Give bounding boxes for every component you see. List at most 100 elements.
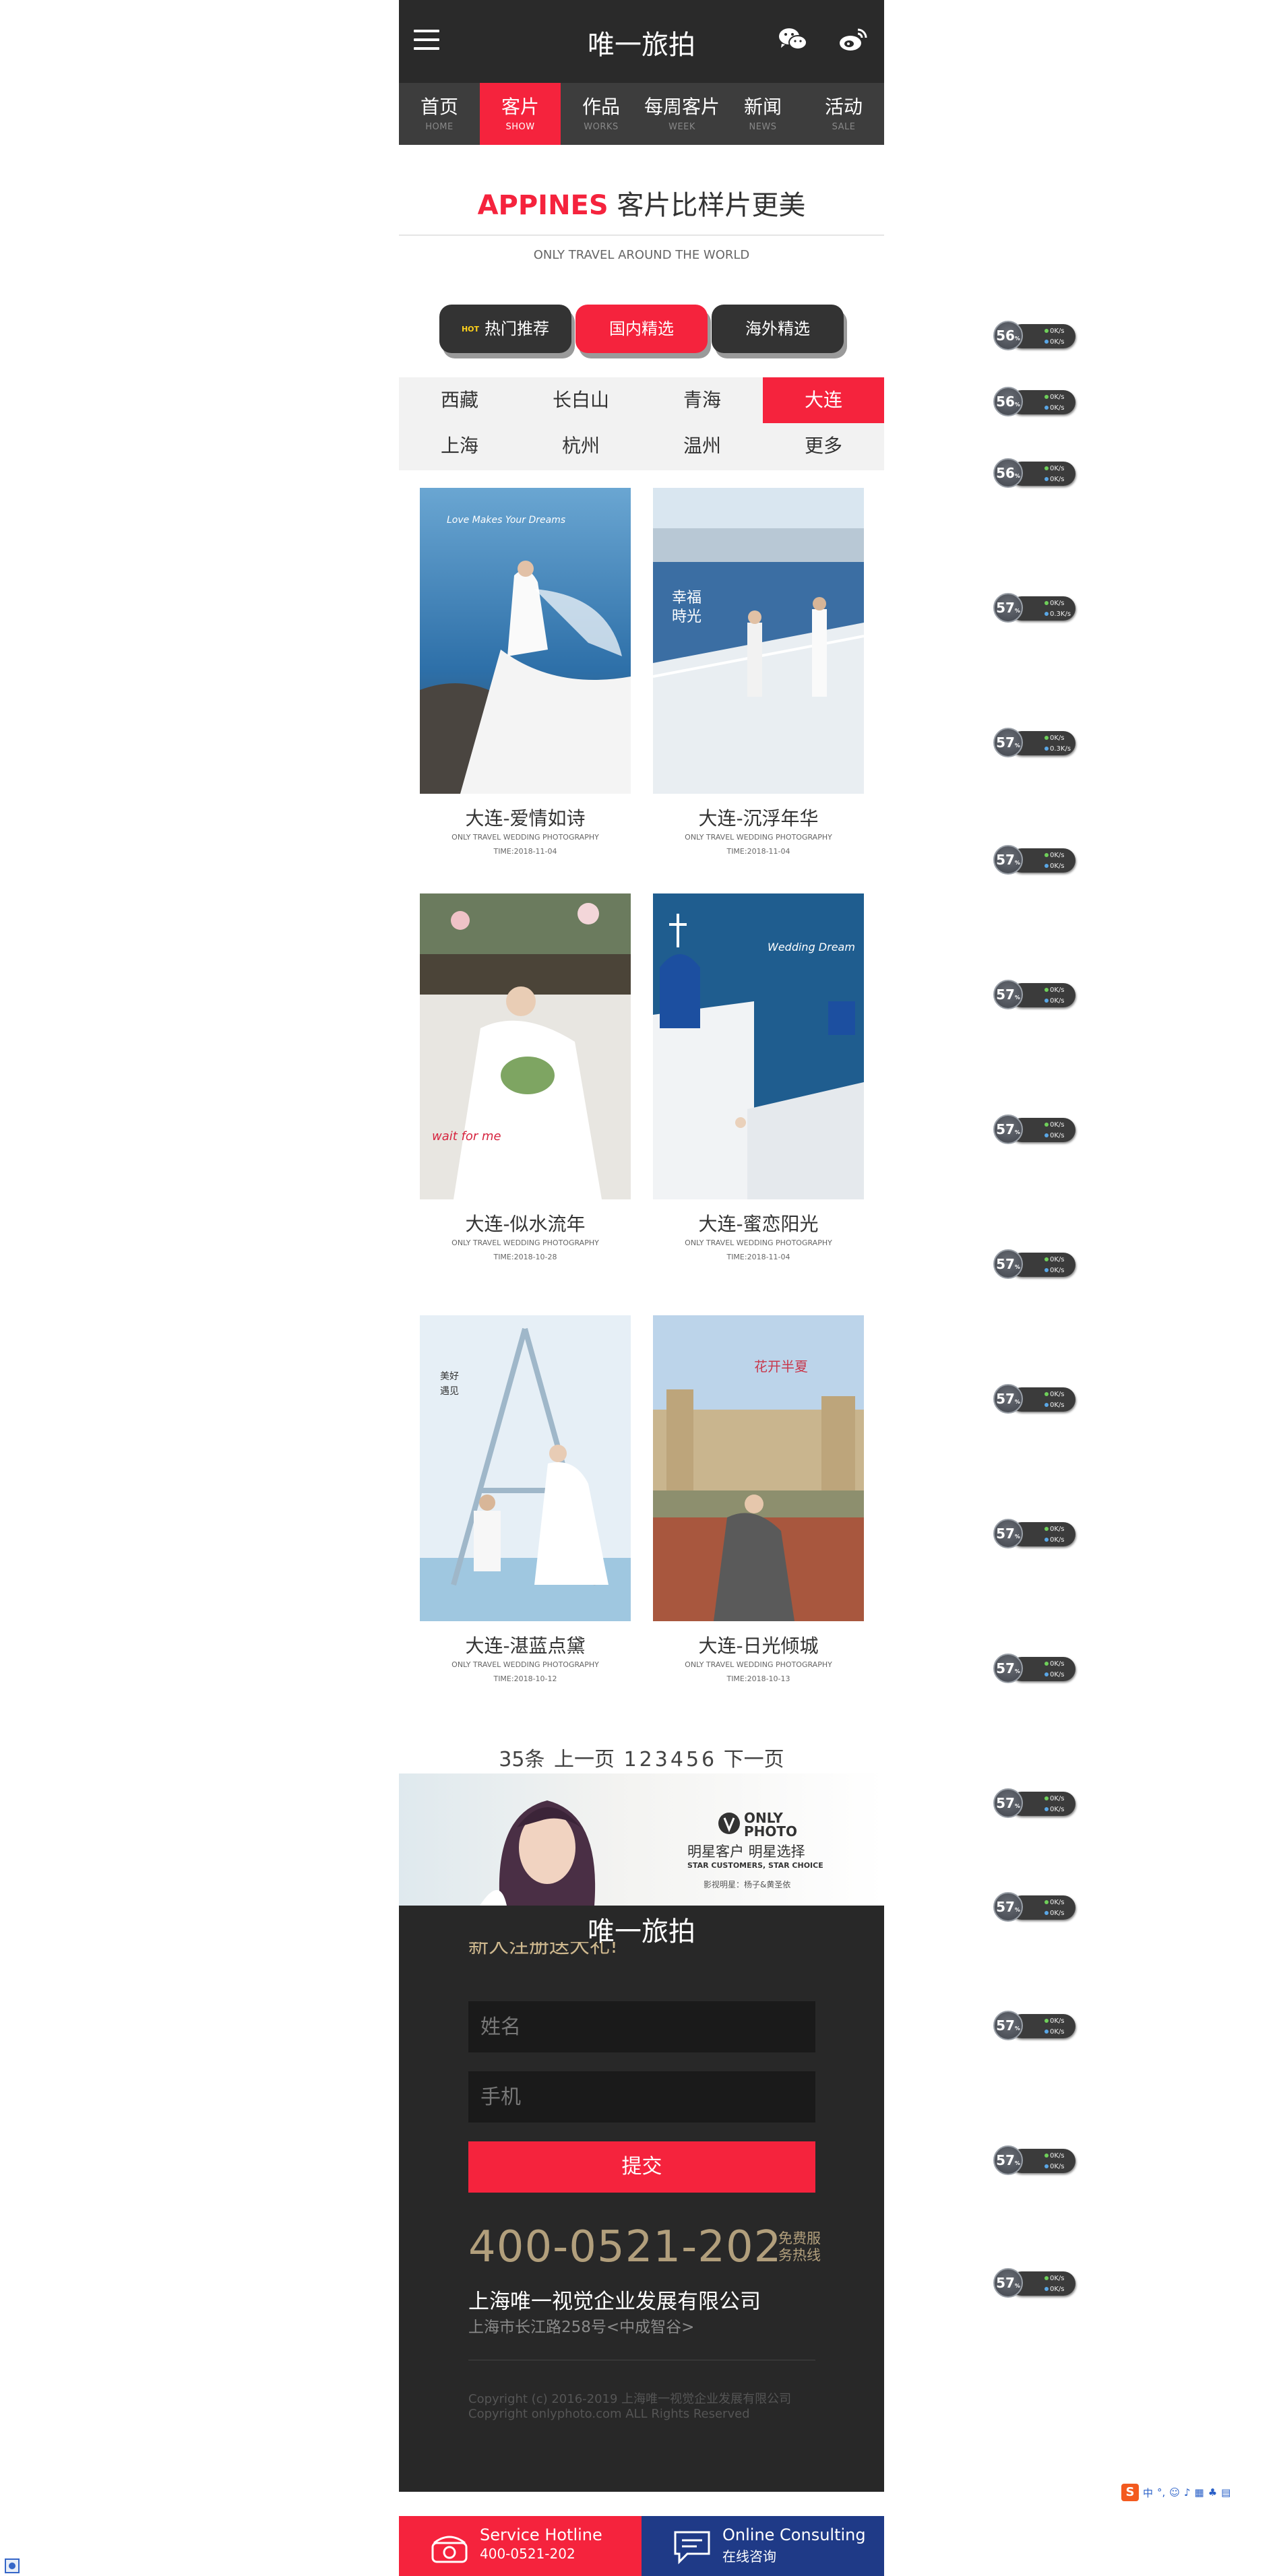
footer-phone-note: 免费服务热线 [778,2230,821,2263]
speed-percent: 57% [993,1249,1023,1279]
download-speed: 0K/s [1050,338,1065,346]
download-speed: 0K/s [1050,1671,1065,1678]
card-photo: Love Makes Your Dreams [420,488,631,794]
tab-domestic[interactable]: 国内精选 [575,305,708,353]
keyboard-icon[interactable]: ▦ [1195,2486,1204,2499]
pager-page[interactable]: 5 [686,1748,699,1771]
pager-page[interactable]: 6 [701,1748,714,1771]
speed-widget[interactable]: 57% 0K/s 0K/s [993,845,1077,875]
upload-dot [1044,601,1049,605]
city-qinghai[interactable]: 青海 [642,377,763,423]
gallery-card[interactable]: 美好遇见 大连-湛蓝点黛 ONLY TRAVEL WEDDING PHOTOGR… [420,1315,631,1683]
city-more[interactable]: 更多 [763,423,884,469]
footer-promo: 新人注册送大礼! [468,1942,619,1958]
speed-widget[interactable]: 57% 0K/s 0K/s [993,1114,1077,1144]
gallery-card[interactable]: 幸福時光 大连-沉浮年华 ONLY TRAVEL WEDDING PHOTOGR… [653,488,864,856]
city-xizang[interactable]: 西藏 [399,377,520,423]
emoji-icon[interactable]: ☺ [1169,2486,1180,2499]
punctuation-icon[interactable]: °, [1157,2486,1165,2499]
nav-show[interactable]: 客片 SHOW [480,83,561,145]
pager-prev[interactable]: 上一页 [554,1748,615,1771]
upload-speed: 0K/s [1050,2152,1065,2160]
card-date: TIME:2018-11-04 [726,847,790,856]
upload-speed: 0K/s [1050,1899,1065,1906]
toolbox-icon[interactable]: ▤ [1221,2486,1230,2499]
promo-banner[interactable]: ONLY PHOTO 明星客户 明星选择 STAR CUSTOMERS, STA… [399,1773,884,1906]
banner-portrait [480,1800,596,1906]
taskbar-tray-icon[interactable] [4,2558,20,2574]
nav-news[interactable]: 新闻 NEWS [722,83,803,145]
footer-panel: 唯一旅拍 新人注册送大礼! 提交 400-0521-202 免费服务热线 上海唯… [399,1906,884,2492]
pager-page[interactable]: 1 [624,1748,637,1771]
only-photo-logo [718,1813,740,1834]
wechat-icon[interactable] [778,26,809,53]
nav-home[interactable]: 首页 HOME [399,83,480,145]
speed-widget[interactable]: 57% 0K/s 0K/s [993,2268,1077,2298]
sogou-ime-icon[interactable]: S [1121,2484,1139,2501]
nav-works[interactable]: 作品 WORKS [561,83,642,145]
speed-widget[interactable]: 56% 0K/s 0K/s [993,387,1077,416]
speed-widget[interactable]: 57% 0K/s 0K/s [993,980,1077,1009]
city-hangzhou[interactable]: 杭州 [520,423,642,469]
city-dalian[interactable]: 大连 [763,377,884,423]
pager-page[interactable]: 2 [640,1748,652,1771]
card-subtitle: ONLY TRAVEL WEDDING PHOTOGRAPHY [451,1238,599,1247]
upload-dot [1044,1796,1049,1800]
speed-widget[interactable]: 57% 0K/s 0K/s [993,1892,1077,1922]
service-hotline-button[interactable]: Service Hotline 400-0521-202 [399,2516,642,2576]
ime-mode-label[interactable]: 中 [1143,2486,1153,2500]
phone-icon [431,2536,468,2563]
download-speed: 0K/s [1050,862,1065,870]
upload-dot [1044,1662,1049,1666]
gallery-card[interactable]: Love Makes Your Dreams 大连-爱情如诗 ONLY TRAV… [420,488,631,856]
speed-widget[interactable]: 57% 0K/s 0K/s [993,1384,1077,1414]
pager-page[interactable]: 4 [670,1748,683,1771]
speed-widget[interactable]: 56% 0K/s 0K/s [993,321,1077,350]
card-date: TIME:2018-11-04 [726,1253,790,1261]
speed-widget[interactable]: 57% 0K/s 0K/s [993,1788,1077,1818]
microphone-icon[interactable]: ♪ [1184,2486,1191,2499]
ime-toolbar[interactable]: S 中 °, ☺ ♪ ▦ ♣ ▤ [1121,2480,1279,2505]
upload-speed: 0K/s [1050,1526,1065,1533]
speed-widget[interactable]: 57% 0K/s 0K/s [993,1249,1077,1279]
speed-widget[interactable]: 56% 0K/s 0K/s [993,458,1077,488]
hot-badge: HOT [461,325,480,334]
gallery-card[interactable]: 花开半夏 大连-日光倾城 ONLY TRAVEL WEDDING PHOTOGR… [653,1315,864,1683]
city-changbaishan[interactable]: 长白山 [520,377,642,423]
pager-page[interactable]: 3 [655,1748,668,1771]
speed-widget[interactable]: 57% 0K/s 0K/s [993,2011,1077,2040]
upload-speed: 0K/s [1050,2275,1065,2282]
footer-copyright-2: Copyright onlyphoto.com ALL Rights Reser… [468,2407,750,2421]
gallery-card[interactable]: wait for me 大连-似水流年 ONLY TRAVEL WEDDING … [420,893,631,1261]
tab-hot[interactable]: HOT 热门推荐 [439,305,571,353]
nav-sale[interactable]: 活动 SALE [803,83,884,145]
upload-dot [1044,2019,1049,2023]
speed-widget[interactable]: 57% 0K/s 0K/s [993,2145,1077,2175]
weibo-icon[interactable] [838,26,869,53]
tab-overseas[interactable]: 海外精选 [712,305,844,353]
gallery-card[interactable]: Wedding Dream 大连-蜜恋阳光 ONLY TRAVEL WEDDIN… [653,893,864,1261]
upload-speed: 0K/s [1050,394,1065,401]
speed-widget[interactable]: 57% 0K/s 0K/s [993,1519,1077,1548]
submit-button[interactable]: 提交 [468,2141,815,2193]
phone-field[interactable] [468,2071,815,2123]
speed-percent: 57% [993,1788,1023,1818]
pager-total: 35条 [499,1748,545,1771]
name-field[interactable] [468,2001,815,2052]
speed-widget[interactable]: 57% 0K/s 0.3K/s [993,593,1077,623]
upload-speed: 0K/s [1050,1660,1065,1668]
speed-widget[interactable]: 57% 0K/s 0.3K/s [993,728,1077,757]
upload-dot [1044,329,1049,333]
upload-dot [1044,1392,1049,1396]
pager-next[interactable]: 下一页 [724,1748,784,1771]
speed-percent: 57% [993,980,1023,1009]
speed-widget[interactable]: 57% 0K/s 0K/s [993,1654,1077,1683]
upload-dot [1044,1527,1049,1531]
nav-week[interactable]: 每周客片 WEEK [642,83,722,145]
city-shanghai[interactable]: 上海 [399,423,520,469]
download-dot [1044,2030,1049,2034]
online-consulting-button[interactable]: Online Consulting 在线咨询 [642,2516,884,2576]
city-wenzhou[interactable]: 温州 [642,423,763,469]
upload-dot [1044,853,1049,857]
skin-icon[interactable]: ♣ [1208,2486,1217,2499]
